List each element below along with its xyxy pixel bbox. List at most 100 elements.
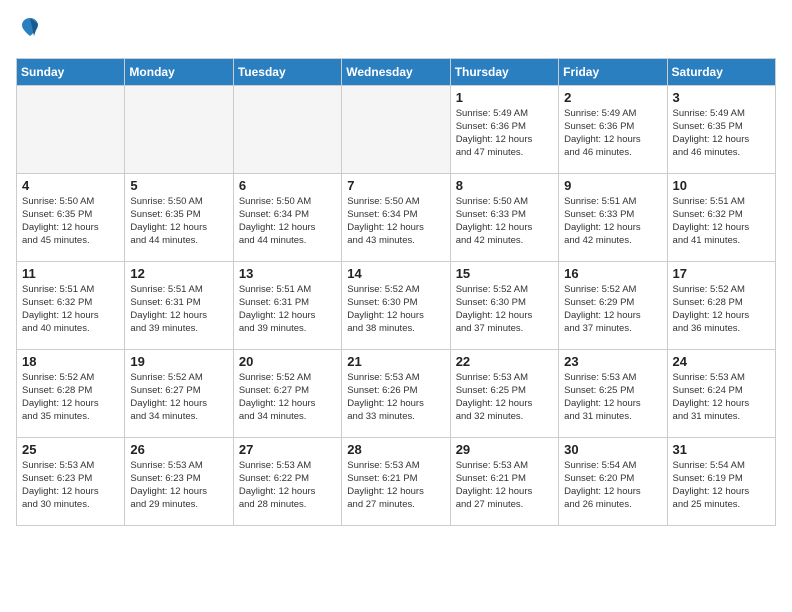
calendar-cell: 4 Sunrise: 5:50 AM Sunset: 6:35 PM Daylig… bbox=[17, 173, 125, 261]
day-info: Sunrise: 5:49 AM Sunset: 6:36 PM Dayligh… bbox=[564, 107, 661, 160]
calendar-cell bbox=[233, 85, 341, 173]
day-info: Sunrise: 5:53 AM Sunset: 6:22 PM Dayligh… bbox=[239, 459, 336, 512]
day-info: Sunrise: 5:52 AM Sunset: 6:28 PM Dayligh… bbox=[22, 371, 119, 424]
calendar-cell: 7 Sunrise: 5:50 AM Sunset: 6:34 PM Daylig… bbox=[342, 173, 450, 261]
calendar-cell: 5 Sunrise: 5:50 AM Sunset: 6:35 PM Daylig… bbox=[125, 173, 233, 261]
day-number: 10 bbox=[673, 178, 770, 193]
day-header-monday: Monday bbox=[125, 58, 233, 85]
calendar-cell: 30Sunrise: 5:54 AM Sunset: 6:20 PM Dayli… bbox=[559, 437, 667, 525]
calendar-cell: 3Sunrise: 5:49 AM Sunset: 6:35 PM Daylig… bbox=[667, 85, 775, 173]
calendar-week-5: 25 Sunrise: 5:53 AM Sunset: 6:23 PM Dayli… bbox=[17, 437, 776, 525]
day-header-wednesday: Wednesday bbox=[342, 58, 450, 85]
day-number: 23 bbox=[564, 354, 661, 369]
header-row: SundayMondayTuesdayWednesdayThursdayFrid… bbox=[17, 58, 776, 85]
day-info: Sunrise: 5:50 AM Sunset: 6:35 PM Dayligh… bbox=[130, 195, 227, 248]
calendar-cell: 1Sunrise: 5:49 AM Sunset: 6:36 PM Daylig… bbox=[450, 85, 558, 173]
day-info: Sunrise: 5:54 AM Sunset: 6:19 PM Dayligh… bbox=[673, 459, 770, 512]
calendar-cell: 9Sunrise: 5:51 AM Sunset: 6:33 PM Daylig… bbox=[559, 173, 667, 261]
calendar-cell bbox=[342, 85, 450, 173]
day-info: Sunrise: 5:52 AM Sunset: 6:28 PM Dayligh… bbox=[673, 283, 770, 336]
day-number: 22 bbox=[456, 354, 553, 369]
calendar-cell: 11Sunrise: 5:51 AM Sunset: 6:32 PM Dayli… bbox=[17, 261, 125, 349]
calendar-week-3: 11Sunrise: 5:51 AM Sunset: 6:32 PM Dayli… bbox=[17, 261, 776, 349]
day-number: 19 bbox=[130, 354, 227, 369]
calendar-cell: 15 Sunrise: 5:52 AM Sunset: 6:30 PM Dayli… bbox=[450, 261, 558, 349]
calendar-table: SundayMondayTuesdayWednesdayThursdayFrid… bbox=[16, 58, 776, 526]
day-info: Sunrise: 5:53 AM Sunset: 6:21 PM Dayligh… bbox=[456, 459, 553, 512]
calendar-cell: 22 Sunrise: 5:53 AM Sunset: 6:25 PM Dayli… bbox=[450, 349, 558, 437]
calendar-cell: 10 Sunrise: 5:51 AM Sunset: 6:32 PM Dayli… bbox=[667, 173, 775, 261]
calendar-cell: 12 Sunrise: 5:51 AM Sunset: 6:31 PM Dayli… bbox=[125, 261, 233, 349]
calendar-cell: 20Sunrise: 5:52 AM Sunset: 6:27 PM Dayli… bbox=[233, 349, 341, 437]
day-info: Sunrise: 5:52 AM Sunset: 6:30 PM Dayligh… bbox=[347, 283, 444, 336]
day-info: Sunrise: 5:53 AM Sunset: 6:25 PM Dayligh… bbox=[456, 371, 553, 424]
day-info: Sunrise: 5:53 AM Sunset: 6:24 PM Dayligh… bbox=[673, 371, 770, 424]
day-info: Sunrise: 5:52 AM Sunset: 6:29 PM Dayligh… bbox=[564, 283, 661, 336]
day-number: 25 bbox=[22, 442, 119, 457]
day-number: 11 bbox=[22, 266, 119, 281]
day-info: Sunrise: 5:53 AM Sunset: 6:26 PM Dayligh… bbox=[347, 371, 444, 424]
day-number: 21 bbox=[347, 354, 444, 369]
day-header-thursday: Thursday bbox=[450, 58, 558, 85]
calendar-cell: 28 Sunrise: 5:53 AM Sunset: 6:21 PM Dayli… bbox=[342, 437, 450, 525]
day-number: 13 bbox=[239, 266, 336, 281]
day-number: 28 bbox=[347, 442, 444, 457]
day-info: Sunrise: 5:50 AM Sunset: 6:35 PM Dayligh… bbox=[22, 195, 119, 248]
day-info: Sunrise: 5:50 AM Sunset: 6:34 PM Dayligh… bbox=[239, 195, 336, 248]
day-number: 1 bbox=[456, 90, 553, 105]
calendar-cell: 25 Sunrise: 5:53 AM Sunset: 6:23 PM Dayli… bbox=[17, 437, 125, 525]
calendar-cell: 16Sunrise: 5:52 AM Sunset: 6:29 PM Dayli… bbox=[559, 261, 667, 349]
day-number: 12 bbox=[130, 266, 227, 281]
calendar-cell bbox=[125, 85, 233, 173]
day-number: 31 bbox=[673, 442, 770, 457]
day-number: 26 bbox=[130, 442, 227, 457]
day-number: 30 bbox=[564, 442, 661, 457]
day-number: 27 bbox=[239, 442, 336, 457]
day-header-sunday: Sunday bbox=[17, 58, 125, 85]
day-number: 7 bbox=[347, 178, 444, 193]
day-number: 4 bbox=[22, 178, 119, 193]
logo-text bbox=[16, 16, 42, 46]
logo bbox=[16, 16, 42, 46]
day-number: 17 bbox=[673, 266, 770, 281]
calendar-body: 1 Sunrise: 5:49 AM Sunset: 6:36 PM Daylig… bbox=[17, 85, 776, 525]
day-number: 29 bbox=[456, 442, 553, 457]
day-info: Sunrise: 5:51 AM Sunset: 6:32 PM Dayligh… bbox=[673, 195, 770, 248]
calendar-week-1: 1 Sunrise: 5:49 AM Sunset: 6:36 PM Daylig… bbox=[17, 85, 776, 173]
day-info: Sunrise: 5:53 AM Sunset: 6:25 PM Dayligh… bbox=[564, 371, 661, 424]
calendar-header: SundayMondayTuesdayWednesdayThursdayFrid… bbox=[17, 58, 776, 85]
calendar-cell: 24 Sunrise: 5:53 AM Sunset: 6:24 PM Dayli… bbox=[667, 349, 775, 437]
page-header bbox=[16, 16, 776, 46]
day-header-tuesday: Tuesday bbox=[233, 58, 341, 85]
calendar-cell: 31 Sunrise: 5:54 AM Sunset: 6:19 PM Dayli… bbox=[667, 437, 775, 525]
day-info: Sunrise: 5:51 AM Sunset: 6:31 PM Dayligh… bbox=[239, 283, 336, 336]
day-number: 8 bbox=[456, 178, 553, 193]
calendar-week-4: 18 Sunrise: 5:52 AM Sunset: 6:28 PM Dayli… bbox=[17, 349, 776, 437]
calendar-cell: 8Sunrise: 5:50 AM Sunset: 6:33 PM Daylig… bbox=[450, 173, 558, 261]
day-info: Sunrise: 5:53 AM Sunset: 6:23 PM Dayligh… bbox=[130, 459, 227, 512]
calendar-cell bbox=[17, 85, 125, 173]
day-number: 15 bbox=[456, 266, 553, 281]
day-number: 18 bbox=[22, 354, 119, 369]
day-info: Sunrise: 5:53 AM Sunset: 6:23 PM Dayligh… bbox=[22, 459, 119, 512]
calendar-cell: 21 Sunrise: 5:53 AM Sunset: 6:26 PM Dayli… bbox=[342, 349, 450, 437]
calendar-cell: 17 Sunrise: 5:52 AM Sunset: 6:28 PM Dayli… bbox=[667, 261, 775, 349]
day-info: Sunrise: 5:51 AM Sunset: 6:33 PM Dayligh… bbox=[564, 195, 661, 248]
calendar-cell: 29 Sunrise: 5:53 AM Sunset: 6:21 PM Dayli… bbox=[450, 437, 558, 525]
calendar-week-2: 4 Sunrise: 5:50 AM Sunset: 6:35 PM Daylig… bbox=[17, 173, 776, 261]
day-info: Sunrise: 5:53 AM Sunset: 6:21 PM Dayligh… bbox=[347, 459, 444, 512]
calendar-cell: 6Sunrise: 5:50 AM Sunset: 6:34 PM Daylig… bbox=[233, 173, 341, 261]
day-number: 5 bbox=[130, 178, 227, 193]
calendar-cell: 27 Sunrise: 5:53 AM Sunset: 6:22 PM Dayli… bbox=[233, 437, 341, 525]
calendar-cell: 23 Sunrise: 5:53 AM Sunset: 6:25 PM Dayli… bbox=[559, 349, 667, 437]
calendar-cell: 2 Sunrise: 5:49 AM Sunset: 6:36 PM Daylig… bbox=[559, 85, 667, 173]
day-header-saturday: Saturday bbox=[667, 58, 775, 85]
calendar-cell: 14Sunrise: 5:52 AM Sunset: 6:30 PM Dayli… bbox=[342, 261, 450, 349]
calendar-cell: 19Sunrise: 5:52 AM Sunset: 6:27 PM Dayli… bbox=[125, 349, 233, 437]
calendar-cell: 26 Sunrise: 5:53 AM Sunset: 6:23 PM Dayli… bbox=[125, 437, 233, 525]
day-info: Sunrise: 5:51 AM Sunset: 6:31 PM Dayligh… bbox=[130, 283, 227, 336]
day-info: Sunrise: 5:52 AM Sunset: 6:30 PM Dayligh… bbox=[456, 283, 553, 336]
day-number: 2 bbox=[564, 90, 661, 105]
day-number: 24 bbox=[673, 354, 770, 369]
day-info: Sunrise: 5:50 AM Sunset: 6:34 PM Dayligh… bbox=[347, 195, 444, 248]
